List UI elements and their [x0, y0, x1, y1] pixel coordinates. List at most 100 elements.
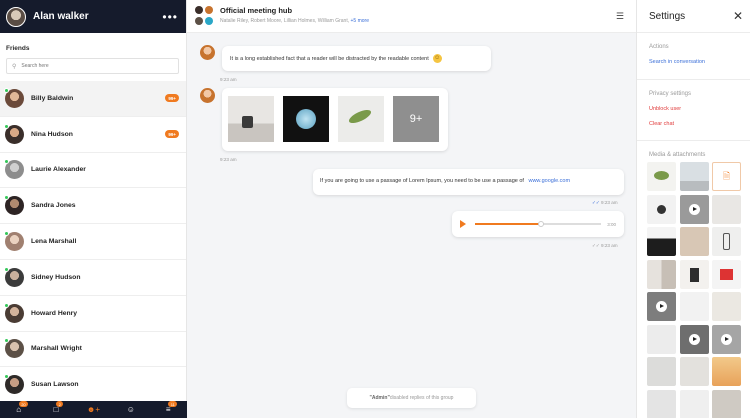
avatar: [4, 123, 24, 144]
message-time: ✓✓ 9:23 am: [592, 243, 618, 249]
friends-label: Friends: [6, 45, 30, 52]
home-icon[interactable]: ⌂ 20: [9, 401, 29, 414]
media-thumbnail[interactable]: [647, 389, 676, 418]
media-thumbnail[interactable]: [647, 324, 676, 354]
time-text: 9:23 am: [600, 200, 618, 205]
search-conversation-link[interactable]: Search in conversation: [649, 59, 750, 65]
file-icon[interactable]: 🗎: [712, 162, 741, 191]
audio-message-bubble: 3:00: [452, 211, 624, 237]
video-thumbnail[interactable]: [679, 324, 709, 354]
play-icon[interactable]: [460, 220, 466, 228]
friend-name: Billy Baldwin: [31, 94, 74, 102]
media-thumbnail[interactable]: [647, 357, 676, 386]
smile-emoji-icon: ☺: [432, 54, 442, 63]
friend-search-input[interactable]: [21, 63, 152, 69]
user-avatar[interactable]: [6, 6, 26, 27]
friend-item-susan-lawson[interactable]: Susan Lawson: [0, 367, 186, 404]
media-section: Media & attachments: [637, 141, 750, 158]
friend-item-sidney-hudson[interactable]: Sidney Hudson: [0, 260, 186, 296]
media-thumbnail[interactable]: [679, 227, 709, 256]
bottom-nav: ⌂ 20 □ 2 ☻+ ☺ ≡ 11: [0, 401, 187, 418]
online-dot: [4, 87, 9, 93]
media-thumbnail[interactable]: [679, 162, 709, 191]
media-thumbnail[interactable]: [712, 292, 741, 321]
audio-progress-track[interactable]: [475, 221, 602, 227]
message-link[interactable]: www.google.com: [528, 178, 570, 184]
media-thumbnail[interactable]: [712, 259, 741, 289]
friend-name: Howard Henry: [31, 309, 78, 317]
audio-seek-handle[interactable]: [537, 221, 544, 227]
image-message-bubble: 9+: [222, 88, 448, 151]
image-thumbnail[interactable]: [283, 96, 329, 142]
avatar: [205, 17, 213, 25]
media-thumbnail[interactable]: [647, 194, 676, 224]
search-icon: ⚲: [12, 63, 17, 70]
friend-item-sandra-jones[interactable]: Sandra Jones: [0, 188, 186, 225]
friend-item-billy-baldwin[interactable]: Billy Baldwin 99+: [0, 81, 186, 117]
friend-item-lena-marshall[interactable]: Lena Marshall: [0, 224, 186, 260]
message-text: It is a long established fact that a rea…: [230, 55, 429, 62]
media-thumbnail[interactable]: [679, 389, 709, 418]
media-thumbnail[interactable]: [647, 162, 676, 191]
online-dot: [4, 195, 9, 201]
avatar: [4, 302, 24, 323]
chat-icon[interactable]: □ 2: [46, 401, 66, 414]
users-icon[interactable]: ☺: [121, 405, 141, 414]
settings-title: Settings: [649, 10, 686, 22]
friend-item-howard-henry[interactable]: Howard Henry: [0, 296, 186, 332]
message-time: 9:23 am: [220, 77, 237, 82]
media-thumbnail[interactable]: [712, 389, 741, 418]
sidebar-header: Alan walker •••: [0, 0, 186, 33]
play-icon: [688, 203, 700, 215]
avatar: [195, 6, 203, 14]
message-time: 9:23 am: [220, 157, 237, 162]
friend-item-marshall-wright[interactable]: Marshall Wright: [0, 332, 186, 368]
replies-disabled-notice: "Admin" disabled replies of this group: [347, 388, 476, 408]
video-thumbnail[interactable]: [679, 194, 709, 224]
video-thumbnail[interactable]: [647, 292, 676, 321]
friend-item-nina-hudson[interactable]: Nina Hudson 99+: [0, 117, 186, 153]
media-thumbnail[interactable]: [679, 292, 709, 321]
outgoing-message-bubble: If you are going to use a passage of Lor…: [313, 169, 624, 195]
media-thumbnail[interactable]: [712, 227, 741, 256]
avatar: [4, 195, 24, 216]
image-thumbnail[interactable]: [338, 96, 384, 142]
avatar: [4, 338, 24, 359]
unread-badge: 99+: [165, 94, 179, 103]
avatar: [4, 374, 24, 395]
media-thumbnail[interactable]: [647, 259, 676, 289]
friend-item-laurie-alexander[interactable]: Laurie Alexander: [0, 153, 186, 189]
double-check-icon: ✓✓: [592, 200, 600, 205]
unblock-user-link[interactable]: Unblock user: [649, 106, 750, 112]
sliders-icon[interactable]: ☰: [616, 11, 624, 22]
image-thumbnail[interactable]: [228, 96, 274, 142]
avatar: [4, 231, 24, 252]
add-user-icon[interactable]: ☻+: [83, 405, 103, 414]
online-dot: [4, 159, 9, 165]
settings-panel: Settings ✕ Actions Search in conversatio…: [636, 0, 750, 418]
chat-panel: Official meeting hub Natalie Riley, Robe…: [187, 0, 636, 418]
media-thumbnail[interactable]: [679, 259, 709, 289]
actions-section: Actions Search in conversation: [637, 33, 750, 80]
online-dot: [4, 374, 9, 380]
user-name: Alan walker: [33, 11, 89, 22]
video-thumbnail[interactable]: [712, 324, 741, 354]
media-thumbnail[interactable]: [647, 227, 676, 256]
media-thumbnail[interactable]: [712, 194, 741, 224]
clear-chat-link[interactable]: Clear chat: [649, 121, 750, 127]
layers-icon[interactable]: ≡ 11: [158, 401, 178, 414]
play-icon: [656, 301, 667, 312]
close-icon[interactable]: ✕: [733, 9, 743, 23]
media-thumbnail[interactable]: [679, 357, 709, 386]
time-text: 9:23 am: [600, 243, 618, 248]
nav-badge: 11: [168, 401, 178, 407]
avatar: [4, 159, 24, 180]
friend-name: Susan Lawson: [31, 381, 79, 389]
ellipsis-icon[interactable]: •••: [162, 10, 178, 24]
more-members-link[interactable]: +5 more: [351, 18, 369, 24]
media-thumbnail[interactable]: [712, 357, 741, 386]
audio-duration: 3:00: [607, 221, 616, 227]
message-bubble: It is a long established fact that a rea…: [222, 46, 491, 71]
more-images-tile[interactable]: 9+: [393, 96, 439, 142]
friend-name: Marshall Wright: [31, 345, 82, 353]
